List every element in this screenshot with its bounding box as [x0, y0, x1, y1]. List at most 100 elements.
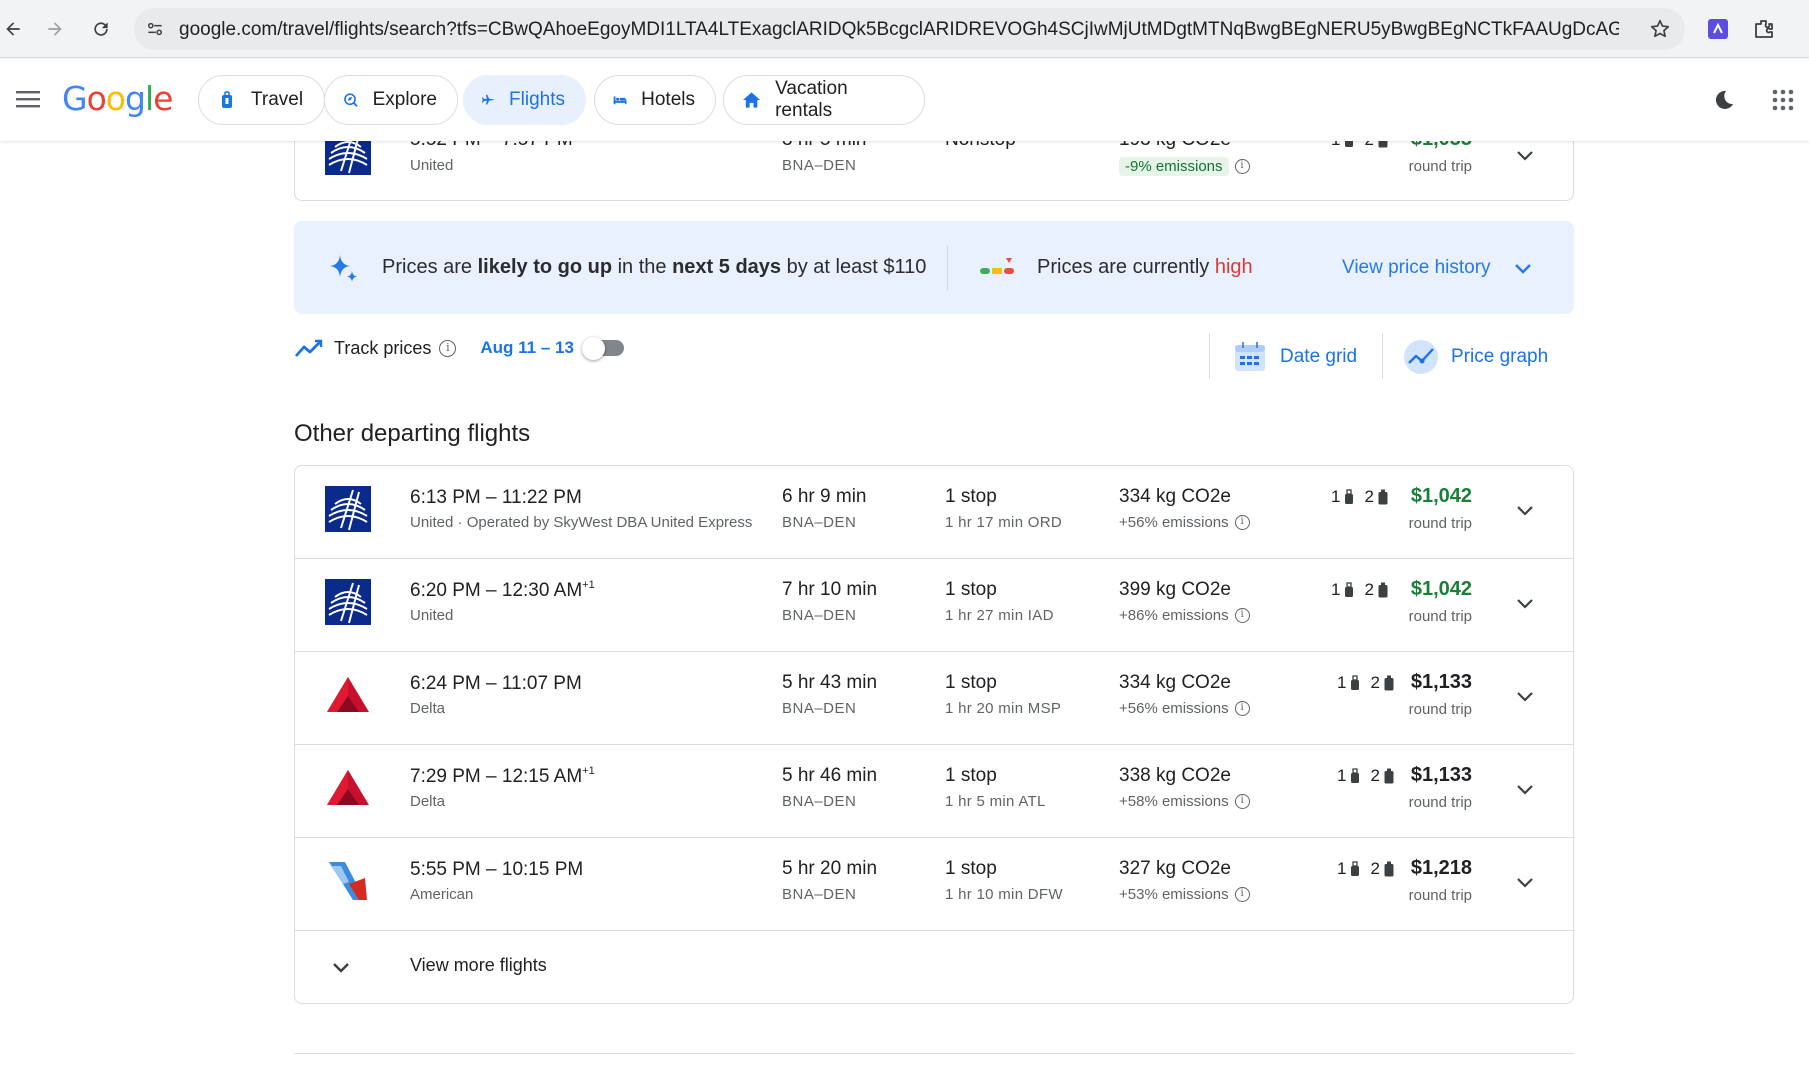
chip-vacation-rentals-label: Vacation rentals	[775, 78, 848, 121]
emissions-info: +58% emissions i	[1119, 793, 1250, 810]
emissions-info: +53% emissions i	[1119, 886, 1250, 903]
flight-times-text: 6:24 PM – 11:07 PM	[410, 673, 582, 694]
flight-row[interactable]: 5:55 PM – 10:15 PM American 5 hr 20 min …	[295, 838, 1573, 931]
flight-times: 6:24 PM – 11:07 PM	[410, 672, 582, 695]
price-graph-icon	[1404, 340, 1438, 374]
bag-allowance: 1 2	[1331, 580, 1398, 600]
app-header: Google Travel Explore Flights Hotels Vac…	[0, 59, 1809, 141]
track-prices: Track prices i Aug 11 – 13	[294, 332, 574, 364]
info-icon[interactable]: i	[1234, 515, 1250, 530]
emissions-text: +56% emissions	[1119, 514, 1229, 531]
expand-chevron-icon[interactable]	[1513, 143, 1537, 167]
flight-row[interactable]: 6:13 PM – 11:22 PM United · Operated by …	[295, 466, 1573, 559]
co2-amount: 334 kg CO2e	[1119, 672, 1231, 693]
flight-times-text: 6:20 PM – 12:30 AM	[410, 580, 583, 601]
flight-route: BNA–DEN	[782, 886, 857, 903]
bookmark-star-icon[interactable]	[1649, 18, 1671, 40]
info-icon[interactable]: i	[1234, 887, 1250, 902]
reload-icon[interactable]	[88, 16, 114, 42]
track-prices-label: Track prices	[334, 337, 432, 358]
chip-flights-label: Flights	[509, 89, 565, 110]
chip-vacation-rentals[interactable]: Vacation rentals	[723, 75, 925, 125]
expand-chevron-icon[interactable]	[1513, 591, 1537, 615]
price-note: round trip	[1408, 887, 1472, 904]
united-logo-icon	[325, 579, 371, 625]
co2-amount: 338 kg CO2e	[1119, 765, 1231, 786]
checked-bag-count: 2	[1364, 580, 1374, 599]
flight-row[interactable]: 6:24 PM – 11:07 PM Delta 5 hr 43 min BNA…	[295, 652, 1573, 745]
chip-travel-label: Travel	[251, 89, 304, 110]
prediction-prefix: Prices are	[382, 256, 478, 278]
trend-line-icon	[294, 339, 323, 357]
extensions-puzzle-icon[interactable]	[1752, 17, 1776, 41]
flight-row[interactable]: 7:29 PM – 12:15 AM+1 Delta 5 hr 46 min B…	[295, 745, 1573, 838]
info-icon[interactable]: i	[1234, 159, 1250, 174]
checked-bag-icon	[1378, 489, 1388, 505]
price-note: round trip	[1408, 701, 1472, 718]
expand-chevron-icon[interactable]	[1513, 777, 1537, 801]
forward-arrow-icon[interactable]	[42, 16, 68, 42]
price: $1,042	[1410, 578, 1472, 600]
view-more-flights-button[interactable]: View more flights	[295, 931, 1573, 1003]
carry-on-bag-icon	[1345, 489, 1354, 504]
chevron-down-icon	[330, 956, 352, 978]
chip-travel[interactable]: Travel	[198, 75, 325, 125]
carry-on-count: 1	[1337, 673, 1347, 692]
view-price-history-link[interactable]: View price history	[1342, 257, 1491, 279]
track-prices-toggle[interactable]	[582, 337, 624, 360]
expand-chevron-icon[interactable]	[1513, 870, 1537, 894]
info-icon[interactable]: i	[1234, 608, 1250, 623]
emissions-info: +56% emissions i	[1119, 700, 1250, 717]
hamburger-menu-icon[interactable]	[14, 87, 42, 111]
extension-app-icon[interactable]	[1706, 17, 1730, 41]
expand-chevron-icon[interactable]	[1513, 498, 1537, 522]
flight-times: 5:55 PM – 10:15 PM	[410, 858, 583, 881]
checked-bag-icon	[1384, 675, 1394, 691]
flight-route: BNA–DEN	[782, 514, 857, 531]
airline-name: United	[410, 607, 454, 624]
chip-hotels[interactable]: Hotels	[594, 75, 716, 125]
info-icon[interactable]: i	[1234, 794, 1250, 809]
home-icon	[742, 92, 761, 108]
checked-bag-count: 2	[1370, 766, 1380, 785]
layover-info: 1 hr 17 min ORD	[945, 514, 1063, 531]
chip-hotels-label: Hotels	[641, 89, 695, 110]
info-icon[interactable]: i	[1234, 701, 1250, 716]
tool-divider	[1209, 333, 1210, 379]
checked-bag-count: 2	[1370, 673, 1380, 692]
flight-row[interactable]: 6:20 PM – 12:30 AM+1 United 7 hr 10 min …	[295, 559, 1573, 652]
price-note: round trip	[1408, 158, 1472, 175]
chip-explore[interactable]: Explore	[324, 75, 458, 125]
co2-amount: 334 kg CO2e	[1119, 486, 1231, 507]
apps-grid-icon[interactable]	[1771, 88, 1795, 112]
flight-list: 6:13 PM – 11:22 PM United · Operated by …	[294, 465, 1574, 1004]
footer-divider	[294, 1053, 1574, 1054]
flight-duration: 5 hr 20 min	[782, 858, 878, 879]
prediction-trend: likely to go up	[477, 256, 613, 278]
date-grid-button[interactable]: Date grid	[1232, 337, 1357, 377]
address-bar[interactable]: google.com/travel/flights/search?tfs=CBw…	[134, 8, 1685, 50]
back-arrow-icon[interactable]	[0, 16, 26, 42]
google-logo[interactable]: Google	[62, 79, 173, 118]
expand-chevron-icon[interactable]	[1513, 684, 1537, 708]
prediction-mid: in the	[612, 256, 673, 278]
carry-on-bag-icon	[1351, 675, 1360, 690]
site-settings-icon[interactable]	[144, 18, 166, 40]
price-graph-button[interactable]: Price graph	[1403, 337, 1548, 377]
dark-mode-icon[interactable]	[1712, 88, 1736, 112]
stop-count: 1 stop	[945, 486, 997, 507]
emissions-text: -9% emissions	[1119, 157, 1229, 176]
chip-flights[interactable]: Flights	[463, 75, 586, 125]
url-text[interactable]: google.com/travel/flights/search?tfs=CBw…	[179, 19, 1619, 41]
info-icon[interactable]: i	[439, 339, 457, 357]
price-note: round trip	[1408, 794, 1472, 811]
checked-bag-icon	[1384, 768, 1394, 784]
tool-divider	[1382, 333, 1383, 379]
flight-route: BNA–DEN	[782, 793, 857, 810]
bag-allowance: 1 2	[1331, 487, 1398, 507]
chevron-down-icon[interactable]	[1512, 257, 1534, 279]
carry-on-count: 1	[1337, 766, 1347, 785]
track-dates: Aug 11 – 13	[480, 338, 574, 357]
prediction-amount: by at least $110	[781, 256, 927, 278]
toggle-knob	[582, 337, 605, 360]
